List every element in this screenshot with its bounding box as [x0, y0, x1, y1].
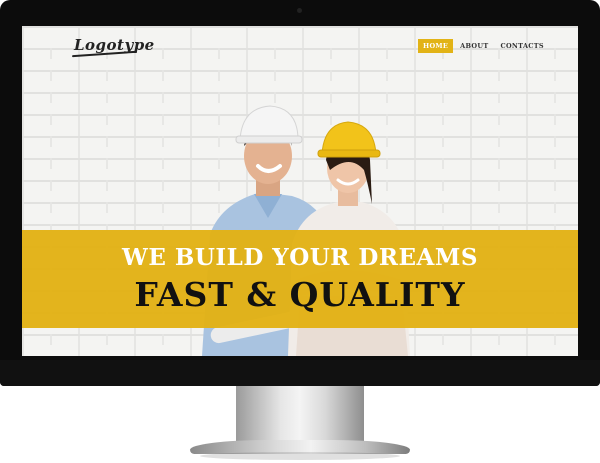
monitor-frame: Logotype HOME ABOUT CONTACTS WE BUILD YO…	[0, 0, 600, 386]
yellow-helmet	[321, 121, 377, 155]
nav-about[interactable]: ABOUT	[455, 39, 493, 53]
website-screen: Logotype HOME ABOUT CONTACTS WE BUILD YO…	[22, 26, 578, 356]
monitor-base-shadow	[200, 452, 400, 460]
webcam-icon	[297, 8, 302, 13]
monitor-chin	[0, 360, 600, 386]
hero-tagline: WE BUILD YOUR DREAMS	[122, 244, 478, 271]
main-nav: HOME ABOUT CONTACTS	[418, 39, 549, 53]
hero-headline: FAST & QUALITY	[134, 275, 466, 314]
white-helmet	[239, 105, 299, 141]
hero-banner: WE BUILD YOUR DREAMS FAST & QUALITY	[22, 230, 578, 328]
monitor-stand	[236, 386, 364, 444]
nav-contacts[interactable]: CONTACTS	[495, 39, 548, 53]
nav-home[interactable]: HOME	[418, 39, 454, 53]
